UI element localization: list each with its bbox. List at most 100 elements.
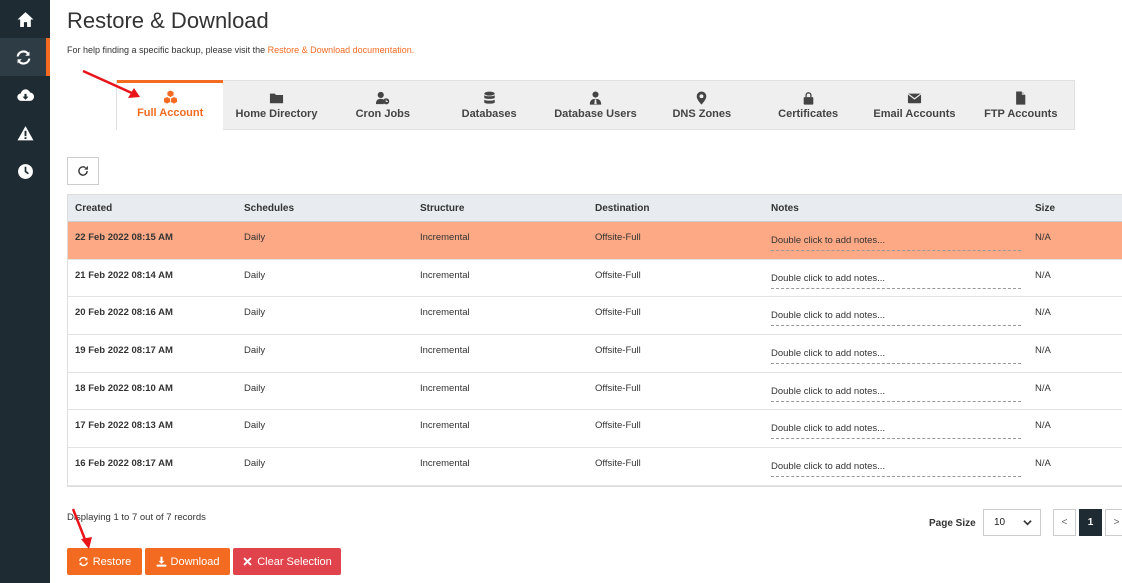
tab-ftp-accounts[interactable]: FTP Accounts <box>968 81 1074 129</box>
tab-label: Certificates <box>778 108 839 120</box>
page-size-value: 10 <box>994 517 1006 528</box>
close-icon <box>243 557 252 566</box>
restore-label: Restore <box>92 555 132 568</box>
size-cell: N/A <box>1035 345 1051 357</box>
notes-field[interactable]: Double click to add notes... <box>771 386 1021 402</box>
column-header-notes[interactable]: Notes <box>771 203 1035 214</box>
home-icon <box>17 11 33 27</box>
page-size-label: Page Size <box>929 518 976 529</box>
tab-email-accounts[interactable]: Email Accounts <box>861 81 967 129</box>
table-row[interactable]: 17 Feb 2022 08:13 AM Daily Incremental O… <box>68 410 1122 449</box>
created-cell: 17 Feb 2022 08:13 AM <box>75 420 173 432</box>
notes-field[interactable]: Double click to add notes... <box>771 348 1021 365</box>
clear-selection-button[interactable]: Clear Selection <box>233 548 341 575</box>
help-text: For help finding a specific backup, plea… <box>67 45 414 55</box>
records-count: Displaying 1 to 7 out of 7 records <box>67 512 206 523</box>
destination-cell: Offsite-Full <box>595 382 641 394</box>
structure-cell: Incremental <box>420 269 470 281</box>
schedule-cell: Daily <box>244 269 266 281</box>
schedule-cell: Daily <box>244 345 266 357</box>
destination-cell: Offsite-Full <box>595 458 641 470</box>
pager-page-button[interactable]: 1 <box>1079 509 1102 536</box>
schedule-cell: Daily <box>244 307 266 319</box>
tab-label: Full Account <box>137 107 204 119</box>
created-cell: 19 Feb 2022 08:17 AM <box>75 345 173 357</box>
tab-home-directory[interactable]: Home Directory <box>223 81 329 129</box>
file-icon <box>1016 91 1026 105</box>
size-cell: N/A <box>1035 420 1051 432</box>
created-cell: 16 Feb 2022 08:17 AM <box>75 458 173 470</box>
main-content: Restore & Download For help finding a sp… <box>50 0 1122 583</box>
backups-table: Created Schedules Structure Destination … <box>67 194 1122 487</box>
destination-cell: Offsite-Full <box>595 345 641 357</box>
clear-selection-label: Clear Selection <box>257 555 332 568</box>
documentation-link[interactable]: Restore & Download documentation. <box>268 45 415 55</box>
table-row[interactable]: 16 Feb 2022 08:17 AM Daily Incremental O… <box>68 448 1122 486</box>
refresh-button[interactable] <box>67 157 99 185</box>
column-header-size[interactable]: Size <box>1035 203 1095 214</box>
table-row[interactable]: 22 Feb 2022 08:15 AM Daily Incremental O… <box>68 222 1122 260</box>
clock-icon <box>17 163 33 179</box>
tab-label: Databases <box>461 108 517 120</box>
database-icon <box>483 91 495 104</box>
table-row[interactable]: 18 Feb 2022 08:10 AM Daily Incremental O… <box>68 372 1122 411</box>
table-row[interactable]: 19 Feb 2022 08:17 AM Daily Incremental O… <box>68 335 1122 373</box>
page-size-select[interactable]: 10 <box>983 509 1041 536</box>
tab-database-users[interactable]: Database Users <box>542 81 648 129</box>
cubes-icon <box>163 90 177 104</box>
destination-cell: Offsite-Full <box>595 420 641 432</box>
column-header-created[interactable]: Created <box>68 203 244 214</box>
pager-prev-button[interactable]: < <box>1053 509 1076 536</box>
tab-databases[interactable]: Databases <box>436 81 542 129</box>
tab-label: DNS Zones <box>672 108 732 120</box>
destination-cell: Offsite-Full <box>595 269 641 281</box>
pager-next-button[interactable]: > <box>1105 509 1122 536</box>
notes-field[interactable]: Double click to add notes... <box>771 273 1021 289</box>
column-header-structure[interactable]: Structure <box>420 203 595 214</box>
notes-field[interactable]: Double click to add notes... <box>771 461 1021 478</box>
refresh-icon <box>16 49 30 65</box>
table-header: Created Schedules Structure Destination … <box>68 195 1122 222</box>
schedule-cell: Daily <box>244 458 266 470</box>
user-clock-icon <box>376 91 390 105</box>
column-header-destination[interactable]: Destination <box>595 203 771 214</box>
sidebar-item-restore[interactable] <box>0 38 50 76</box>
sidebar-item-backup[interactable] <box>0 76 50 114</box>
refresh-icon <box>78 165 88 176</box>
tab-dns-zones[interactable]: DNS Zones <box>649 81 755 129</box>
warning-icon <box>17 125 33 140</box>
table-body: 22 Feb 2022 08:15 AM Daily Incremental O… <box>68 222 1122 486</box>
sidebar-item-home[interactable] <box>0 0 50 38</box>
size-cell: N/A <box>1035 269 1051 281</box>
page-title: Restore & Download <box>67 8 269 33</box>
table-row[interactable]: 21 Feb 2022 08:14 AM Daily Incremental O… <box>68 259 1122 298</box>
schedule-cell: Daily <box>244 420 266 432</box>
structure-cell: Incremental <box>420 458 470 470</box>
download-button[interactable]: Download <box>145 548 230 575</box>
restore-button[interactable]: Restore <box>67 548 142 575</box>
tab-label: Database Users <box>554 108 637 120</box>
notes-field[interactable]: Double click to add notes... <box>771 235 1021 251</box>
size-cell: N/A <box>1035 458 1051 470</box>
sidebar-item-alerts[interactable] <box>0 114 50 152</box>
tab-label: Cron Jobs <box>355 108 411 120</box>
schedule-cell: Daily <box>244 382 266 394</box>
user-tie-icon <box>589 91 602 105</box>
tab-label: FTP Accounts <box>984 108 1058 120</box>
schedule-cell: Daily <box>244 232 266 243</box>
notes-field[interactable]: Double click to add notes... <box>771 310 1021 327</box>
folder-icon <box>269 93 284 104</box>
size-cell: N/A <box>1035 382 1051 394</box>
sidebar-item-schedule[interactable] <box>0 152 50 190</box>
table-row[interactable]: 20 Feb 2022 08:16 AM Daily Incremental O… <box>68 297 1122 336</box>
tab-cron-jobs[interactable]: Cron Jobs <box>330 81 436 129</box>
notes-field[interactable]: Double click to add notes... <box>771 423 1021 440</box>
structure-cell: Incremental <box>420 345 470 357</box>
column-header-schedules[interactable]: Schedules <box>244 203 420 214</box>
tab-full-account[interactable]: Full Account <box>117 80 224 130</box>
tab-certificates[interactable]: Certificates <box>755 81 861 129</box>
structure-cell: Incremental <box>420 382 470 394</box>
refresh-icon <box>78 556 88 567</box>
structure-cell: Incremental <box>420 307 470 319</box>
created-cell: 21 Feb 2022 08:14 AM <box>75 269 173 281</box>
